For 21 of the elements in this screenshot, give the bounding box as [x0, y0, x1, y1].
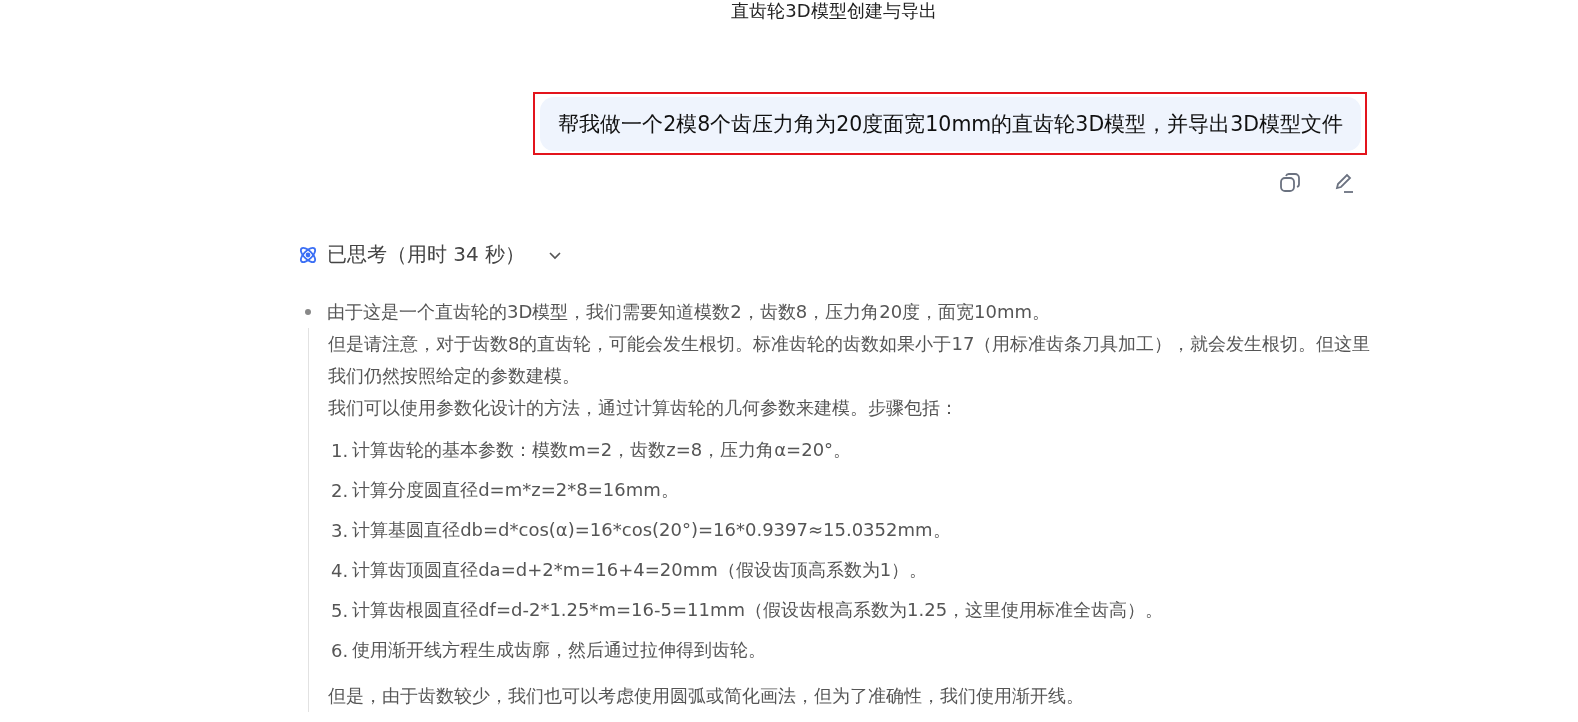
step-text: 计算分度圆直径d=m*z=2*8=16mm。 — [352, 478, 679, 502]
step-text: 使用渐开线方程生成齿廓，然后通过拉伸得到齿轮。 — [352, 638, 767, 662]
thinking-text: 但是请注意，对于齿数8的直齿轮，可能会发生根切。标准齿轮的齿数如果小于17（用标准齿条刀具加工），就会发生根切。但这里我们仍然按照给定的参数建模。 — [328, 332, 1372, 388]
copy-icon[interactable] — [1278, 171, 1302, 195]
thinking-toggle[interactable]: 已思考（用时 34 秒） — [327, 241, 526, 268]
thinking-text: 但是，由于齿数较少，我们也可以考虑使用圆弧或简化画法，但为了准确性，我们使用渐开线。 — [328, 684, 1085, 708]
step-number: 6. — [331, 639, 349, 661]
step-number: 5. — [331, 599, 349, 621]
step-number: 2. — [331, 479, 349, 501]
step-number: 1. — [331, 439, 349, 461]
step-text: 计算基圆直径db=d*cos(α)=16*cos(20°)=16*0.9397≈15.0352mm。 — [352, 518, 951, 542]
step-text: 计算齿根圆直径df=d-2*1.25*m=16-5=11mm（假设齿根高系数为1.25，这里使用标准全齿高）。 — [352, 598, 1164, 622]
bullet-dot — [305, 309, 311, 315]
step-text: 计算齿顶圆直径da=d+2*m=16+4=20mm（假设齿顶高系数为1）。 — [352, 558, 928, 582]
step-number: 4. — [331, 559, 349, 581]
step-number: 3. — [331, 519, 349, 541]
thinking-text: 我们可以使用参数化设计的方法，通过计算齿轮的几何参数来建模。步骤包括： — [328, 396, 959, 420]
thinking-text: 由于这是一个直齿轮的3D模型，我们需要知道模数2，齿数8，压力角20度，面宽10mm。 — [327, 300, 1051, 324]
step-text: 计算齿轮的基本参数：模数m=2，齿数z=8，压力角α=20°。 — [352, 438, 852, 462]
user-message: 帮我做一个2模8个齿压力角为20度面宽10mm的直齿轮3D模型，并导出3D模型文件 — [540, 97, 1361, 151]
conversation-title: 直齿轮3D模型创建与导出 — [730, 0, 938, 22]
